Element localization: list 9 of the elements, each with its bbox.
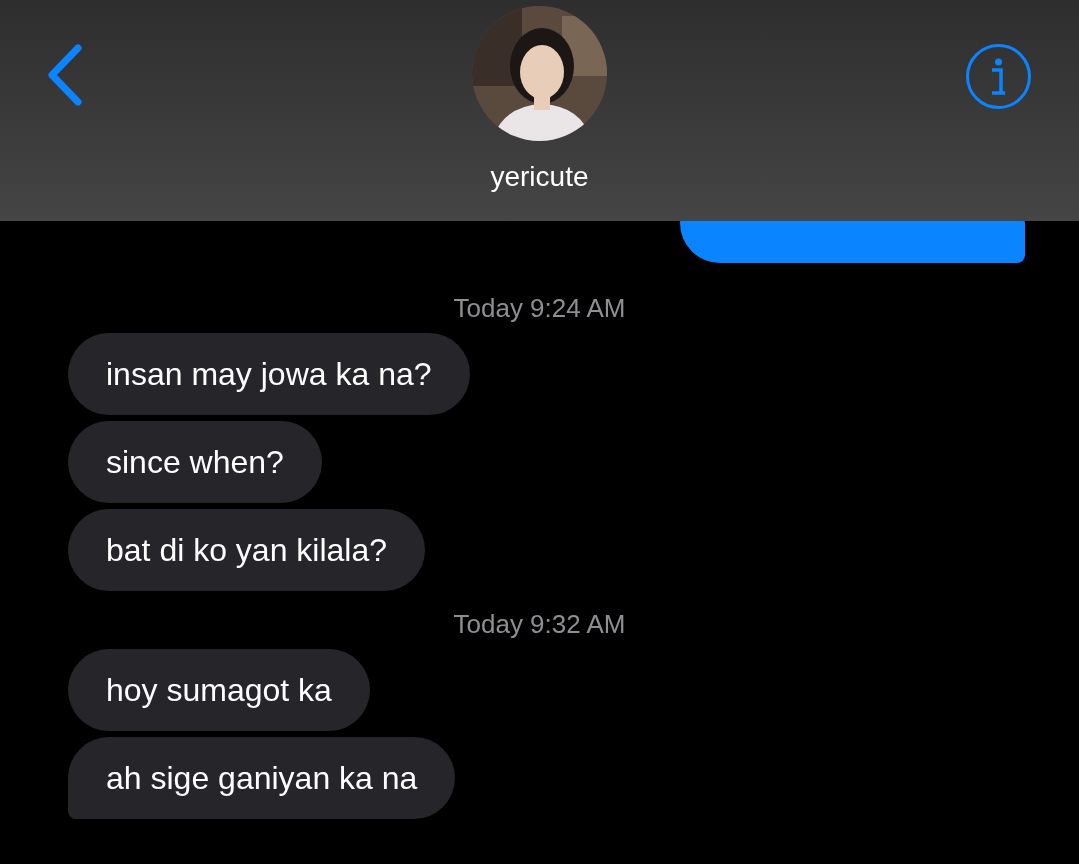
received-message-bubble: hoy sumagot ka [68, 649, 370, 731]
info-icon[interactable] [965, 43, 1032, 110]
timestamp: Today 9:32 AM [453, 609, 626, 639]
received-message-bubble: insan may jowa ka na? [68, 333, 470, 415]
timestamp: Today 9:24 AM [453, 293, 626, 323]
contact-name: yericute [490, 161, 589, 193]
received-message-bubble: ah sige ganiyan ka na [68, 737, 456, 819]
received-message-bubble: bat di ko yan kilala? [68, 509, 426, 591]
received-message-bubble: since when? [68, 421, 322, 503]
